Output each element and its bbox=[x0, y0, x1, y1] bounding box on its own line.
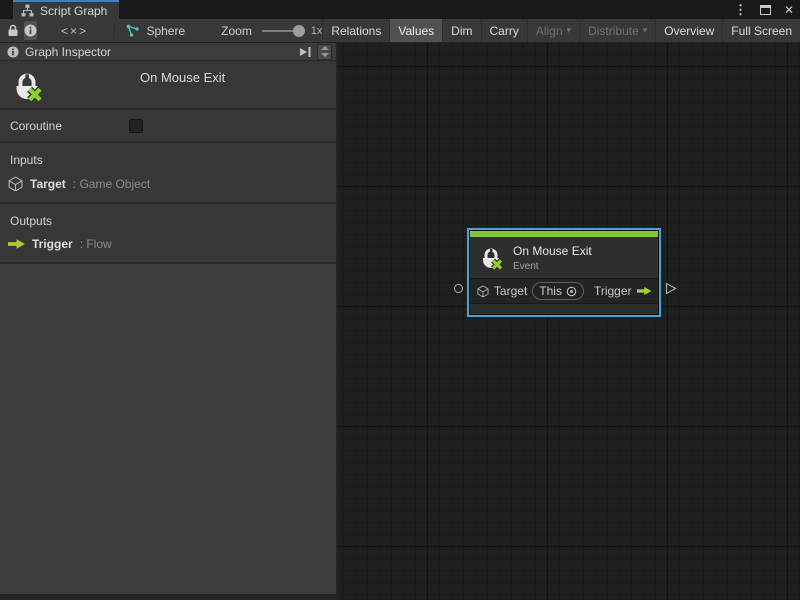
input-target-row: Target : Game Object bbox=[0, 167, 336, 202]
tab-label: Script Graph bbox=[40, 4, 107, 18]
node-ports-row: Target This Trigger bbox=[470, 278, 658, 304]
output-port[interactable] bbox=[665, 282, 677, 295]
chevron-down-icon: ▾ bbox=[567, 25, 572, 36]
object-picker-icon bbox=[566, 286, 577, 297]
node-header: On Mouse Exit Event bbox=[470, 237, 658, 278]
output-trigger-row: Trigger : Flow bbox=[0, 228, 336, 262]
mouse-exit-event-icon bbox=[10, 69, 44, 103]
inspector-title: Graph Inspector bbox=[25, 45, 111, 59]
context-label: Sphere bbox=[146, 24, 185, 38]
graph-canvas[interactable]: On Mouse Exit Event Target This bbox=[338, 43, 800, 600]
chevron-down-icon: ▾ bbox=[643, 25, 648, 36]
kebab-menu-icon[interactable]: ⋮ bbox=[734, 3, 747, 16]
coroutine-label: Coroutine bbox=[10, 119, 62, 133]
chevron-up-icon bbox=[321, 46, 329, 50]
input-type: : Game Object bbox=[73, 177, 150, 191]
zoom-value: 1x bbox=[311, 25, 323, 37]
output-name: Trigger bbox=[32, 237, 73, 251]
graph-context[interactable]: Sphere bbox=[126, 24, 185, 38]
inspector-title-bar: Graph Inspector bbox=[0, 43, 336, 61]
inputs-title: Inputs bbox=[0, 143, 336, 167]
close-icon[interactable]: ✕ bbox=[784, 4, 794, 16]
target-value-chip[interactable]: This bbox=[532, 282, 584, 300]
trigger-port-label: Trigger bbox=[594, 284, 632, 298]
input-port[interactable] bbox=[454, 284, 463, 293]
zoom-slider-handle[interactable] bbox=[293, 25, 305, 37]
zoom-slider[interactable] bbox=[262, 30, 301, 32]
info-icon bbox=[24, 24, 37, 37]
graph-inspector-panel: Graph Inspector bbox=[0, 43, 338, 600]
window-controls: ⋮ ✕ bbox=[734, 0, 794, 19]
script-graph-window: Script Graph ⋮ ✕ <×> bbox=[0, 0, 800, 600]
cube-icon bbox=[477, 284, 489, 298]
chevron-down-icon bbox=[321, 53, 329, 57]
outputs-section: Outputs Trigger : Flow bbox=[0, 204, 336, 264]
output-type: : Flow bbox=[80, 237, 112, 251]
target-port-label: Target bbox=[494, 284, 527, 298]
graph-hierarchy-icon bbox=[21, 4, 34, 17]
tab-bar: Script Graph ⋮ ✕ bbox=[0, 0, 800, 19]
cube-icon bbox=[8, 176, 23, 191]
align-dropdown[interactable]: Align▾ bbox=[527, 19, 579, 42]
carry-button[interactable]: Carry bbox=[481, 19, 527, 42]
target-value: This bbox=[539, 284, 562, 298]
overview-button[interactable]: Overview bbox=[655, 19, 722, 42]
on-mouse-exit-node[interactable]: On Mouse Exit Event Target This bbox=[469, 230, 659, 315]
info-icon bbox=[7, 46, 19, 58]
flow-arrow-icon bbox=[8, 239, 25, 249]
scroll-updown-button[interactable] bbox=[317, 44, 332, 60]
distribute-dropdown[interactable]: Distribute▾ bbox=[579, 19, 655, 42]
inspector-toggle-button[interactable] bbox=[24, 21, 37, 40]
node-title: On Mouse Exit bbox=[513, 244, 592, 258]
lock-icon[interactable] bbox=[7, 24, 19, 37]
code-icon[interactable]: <×> bbox=[61, 24, 88, 38]
coroutine-row: Coroutine bbox=[0, 110, 336, 143]
input-name: Target bbox=[30, 177, 66, 191]
node-footer bbox=[470, 304, 658, 314]
dock-panel-icon[interactable] bbox=[299, 46, 312, 58]
maximize-icon[interactable] bbox=[760, 5, 771, 15]
mouse-exit-event-icon bbox=[478, 245, 504, 271]
tab-script-graph[interactable]: Script Graph bbox=[13, 0, 119, 19]
zoom-label: Zoom bbox=[221, 24, 252, 38]
node-subtitle: Event bbox=[513, 261, 592, 272]
values-button[interactable]: Values bbox=[389, 19, 442, 42]
inspector-unit-header: On Mouse Exit bbox=[0, 61, 336, 110]
coroutine-checkbox[interactable] bbox=[129, 119, 143, 133]
toolbar-buttons: Relations Values Dim Carry Align▾ Distri… bbox=[322, 19, 800, 42]
unit-title: On Mouse Exit bbox=[140, 70, 225, 85]
outputs-title: Outputs bbox=[0, 204, 336, 228]
dim-button[interactable]: Dim bbox=[442, 19, 480, 42]
inputs-section: Inputs Target : Game Object bbox=[0, 143, 336, 204]
flow-arrow-icon bbox=[637, 286, 651, 296]
script-graph-icon bbox=[126, 24, 140, 38]
relations-button[interactable]: Relations bbox=[322, 19, 389, 42]
graph-toolbar: <×> Sphere Zoom 1x Relations Values Dim … bbox=[0, 19, 800, 43]
full-screen-button[interactable]: Full Screen bbox=[722, 19, 800, 42]
